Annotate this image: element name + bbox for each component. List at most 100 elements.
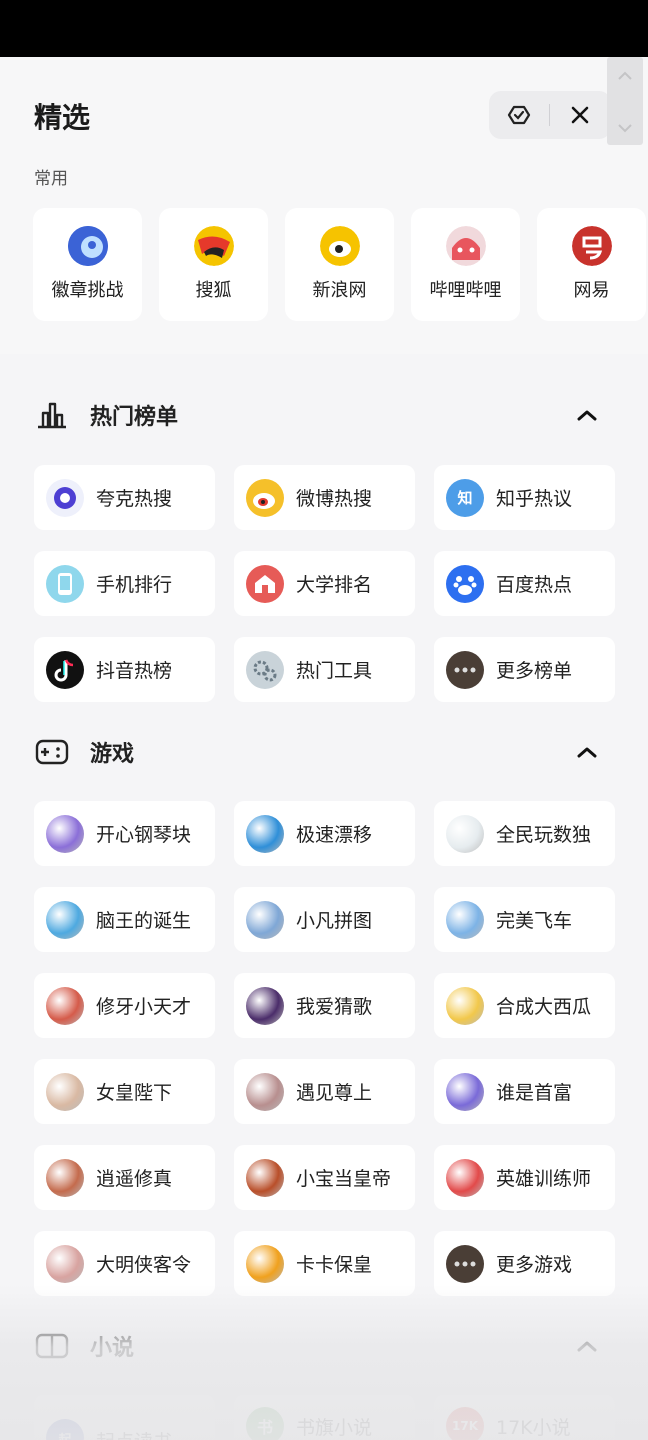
- hot-rankings-grid: 夸克热搜 微博热搜 知 知乎热议 手机排行 大学排名 百度热点 抖音热榜 热门工…: [34, 465, 615, 702]
- scroll-down-icon[interactable]: [616, 119, 634, 137]
- hot-rankings-header[interactable]: 热门榜单: [34, 395, 614, 435]
- daming-game-icon: [46, 1244, 84, 1283]
- sina-icon: [319, 226, 360, 266]
- list-item[interactable]: 我爱猜歌: [234, 973, 415, 1038]
- university-icon: [246, 564, 284, 603]
- common-site-netease[interactable]: 网易: [537, 208, 646, 321]
- list-item[interactable]: 热门工具: [234, 637, 415, 702]
- richest-game-icon: [446, 1072, 484, 1111]
- list-item[interactable]: 小宝当皇帝: [234, 1145, 415, 1210]
- empress-game-icon: [46, 1072, 84, 1111]
- item-label: 起点读书: [96, 1427, 172, 1440]
- list-item[interactable]: 知 知乎热议: [434, 465, 615, 530]
- close-button[interactable]: [550, 91, 610, 139]
- common-site-bilibili[interactable]: 哔哩哔哩: [411, 208, 520, 321]
- mini-program-icon: [507, 105, 531, 125]
- 17k-icon: 17K: [446, 1407, 484, 1440]
- gamepad-icon: [34, 734, 70, 770]
- xiuzhen-game-icon: [46, 1158, 84, 1197]
- list-item[interactable]: 大明侠客令: [34, 1231, 215, 1296]
- kaka-game-icon: [246, 1244, 284, 1283]
- scrollbar[interactable]: [607, 57, 643, 145]
- status-bar: [0, 0, 648, 57]
- chevron-up-icon[interactable]: [576, 405, 598, 425]
- list-item[interactable]: 更多榜单: [434, 637, 615, 702]
- list-item[interactable]: 抖音热榜: [34, 637, 215, 702]
- book-icon: [34, 1328, 70, 1364]
- bilibili-icon: [445, 226, 486, 266]
- puzzle-game-icon: [246, 900, 284, 939]
- chevron-up-icon[interactable]: [576, 1336, 598, 1356]
- item-label: 开心钢琴块: [96, 824, 192, 846]
- list-item[interactable]: 夸克热搜: [34, 465, 215, 530]
- list-item[interactable]: 全民玩数独: [434, 801, 615, 866]
- meet-game-icon: [246, 1072, 284, 1111]
- list-item[interactable]: 极速漂移: [234, 801, 415, 866]
- emperor-game-icon: [246, 1158, 284, 1197]
- list-item[interactable]: 更多游戏: [434, 1231, 615, 1296]
- item-label: 小凡拼图: [296, 910, 373, 932]
- list-item[interactable]: 女皇陛下: [34, 1059, 215, 1124]
- list-item[interactable]: 手机排行: [34, 551, 215, 616]
- list-item[interactable]: 逍遥修真: [34, 1145, 215, 1210]
- list-item[interactable]: 开心钢琴块: [34, 801, 215, 866]
- common-site-label: 网易: [573, 280, 610, 301]
- sohu-icon: [193, 226, 234, 266]
- zhihu-icon: 知: [446, 478, 484, 517]
- common-site-label: 徽章挑战: [51, 280, 124, 301]
- common-site-badge-challenge[interactable]: 徽章挑战: [33, 208, 142, 321]
- chevron-up-icon[interactable]: [576, 742, 598, 762]
- games-header[interactable]: 游戏: [34, 732, 614, 772]
- common-site-sohu[interactable]: 搜狐: [159, 208, 268, 321]
- brain-game-icon: [46, 900, 84, 939]
- list-item[interactable]: 大学排名: [234, 551, 415, 616]
- list-item[interactable]: 脑王的诞生: [34, 887, 215, 952]
- list-item[interactable]: 遇见尊上: [234, 1059, 415, 1124]
- item-label: 女皇陛下: [96, 1082, 173, 1104]
- item-label: 小宝当皇帝: [296, 1168, 392, 1190]
- list-item[interactable]: 合成大西瓜: [434, 973, 615, 1038]
- item-label: 英雄训练师: [496, 1168, 592, 1190]
- bar-chart-icon: [34, 397, 70, 433]
- list-item[interactable]: 卡卡保皇: [234, 1231, 415, 1296]
- item-label: 更多榜单: [496, 660, 573, 682]
- list-item[interactable]: 小凡拼图: [234, 887, 415, 952]
- item-label: 卡卡保皇: [296, 1254, 373, 1276]
- list-item[interactable]: 完美飞车: [434, 887, 615, 952]
- item-label: 合成大西瓜: [496, 996, 592, 1018]
- item-label: 修牙小天才: [96, 996, 192, 1018]
- list-item[interactable]: 微博热搜: [234, 465, 415, 530]
- scroll-up-icon[interactable]: [616, 67, 634, 85]
- baidu-icon: [446, 564, 484, 603]
- netease-icon: [571, 226, 612, 266]
- common-site-label: 哔哩哔哩: [429, 280, 502, 301]
- common-sites: 徽章挑战 搜狐 新浪网 哔哩哔哩 网易: [33, 208, 646, 321]
- list-item[interactable]: 书 书旗小说: [234, 1395, 415, 1440]
- item-label: 谁是首富: [496, 1082, 573, 1104]
- novels-grid: 起 起点读书 书 书旗小说 17K 17K小说: [34, 1395, 615, 1440]
- common-site-sina[interactable]: 新浪网: [285, 208, 394, 321]
- list-item[interactable]: 谁是首富: [434, 1059, 615, 1124]
- list-item[interactable]: 起 起点读书: [34, 1395, 215, 1440]
- section-title: 游戏: [90, 742, 135, 767]
- item-label: 全民玩数独: [496, 824, 592, 846]
- item-label: 17K小说: [496, 1417, 571, 1439]
- weibo-icon: [246, 478, 284, 517]
- list-item[interactable]: 修牙小天才: [34, 973, 215, 1038]
- list-item[interactable]: 17K 17K小说: [434, 1395, 615, 1440]
- item-label: 微博热搜: [296, 488, 373, 510]
- list-item[interactable]: 百度热点: [434, 551, 615, 616]
- more-icon: [446, 1244, 484, 1283]
- watermelon-game-icon: [446, 986, 484, 1025]
- mini-program-button[interactable]: [489, 91, 549, 139]
- quark-icon: [46, 478, 84, 517]
- list-item[interactable]: 英雄训练师: [434, 1145, 615, 1210]
- more-icon: [446, 650, 484, 689]
- common-site-label: 搜狐: [195, 280, 232, 301]
- novels-header[interactable]: 小说: [34, 1326, 614, 1366]
- teeth-game-icon: [46, 986, 84, 1025]
- item-label: 完美飞车: [496, 910, 573, 932]
- close-icon: [571, 106, 589, 124]
- games-grid: 开心钢琴块 极速漂移 全民玩数独脑王的诞生 小凡拼图 完美飞车修牙小天才 我爱猜歌 合成大西…: [34, 801, 615, 1296]
- hero-trainer-icon: [446, 1158, 484, 1197]
